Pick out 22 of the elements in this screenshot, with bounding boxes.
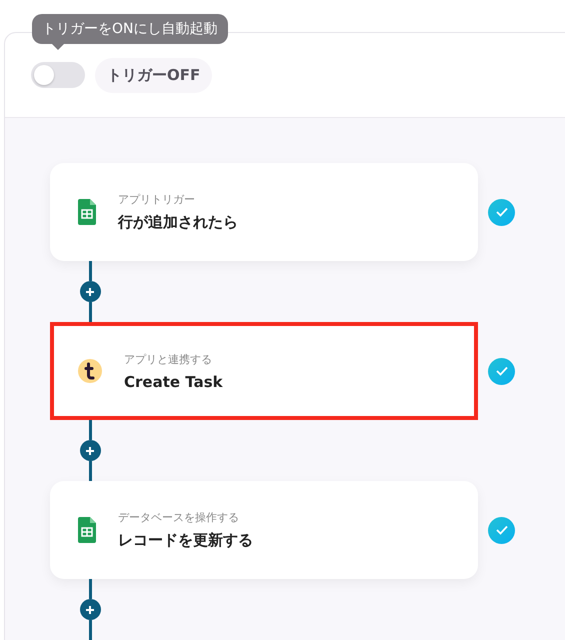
- step-title: レコードを更新する: [118, 531, 253, 550]
- spreadsheet-icon: [78, 517, 96, 543]
- add-step-button[interactable]: [80, 281, 100, 302]
- step-category: データベースを操作する: [118, 510, 240, 525]
- tooltip: トリガーをONにし自動起動: [32, 14, 228, 44]
- spreadsheet-icon: [78, 199, 96, 225]
- step-title: Create Task: [124, 372, 223, 390]
- letter-t-logo-icon: [78, 359, 102, 383]
- trigger-toggle[interactable]: [31, 62, 85, 88]
- step-card[interactable]: アプリトリガー 行が追加されたら: [50, 163, 478, 261]
- step-card[interactable]: データベースを操作する レコードを更新する: [50, 481, 478, 579]
- trigger-status-label: トリガーOFF: [95, 58, 212, 92]
- tooltip-pointer: [52, 44, 64, 50]
- plus-icon: [85, 604, 95, 614]
- step-category: アプリと連携する: [124, 352, 213, 366]
- plus-icon: [85, 286, 95, 296]
- step-title: 行が追加されたら: [118, 213, 238, 232]
- add-step-button[interactable]: [80, 599, 100, 620]
- plus-icon: [85, 446, 95, 456]
- add-step-button[interactable]: [80, 440, 100, 461]
- step-category: アプリトリガー: [118, 192, 196, 207]
- step-card[interactable]: アプリと連携する Create Task: [50, 322, 478, 420]
